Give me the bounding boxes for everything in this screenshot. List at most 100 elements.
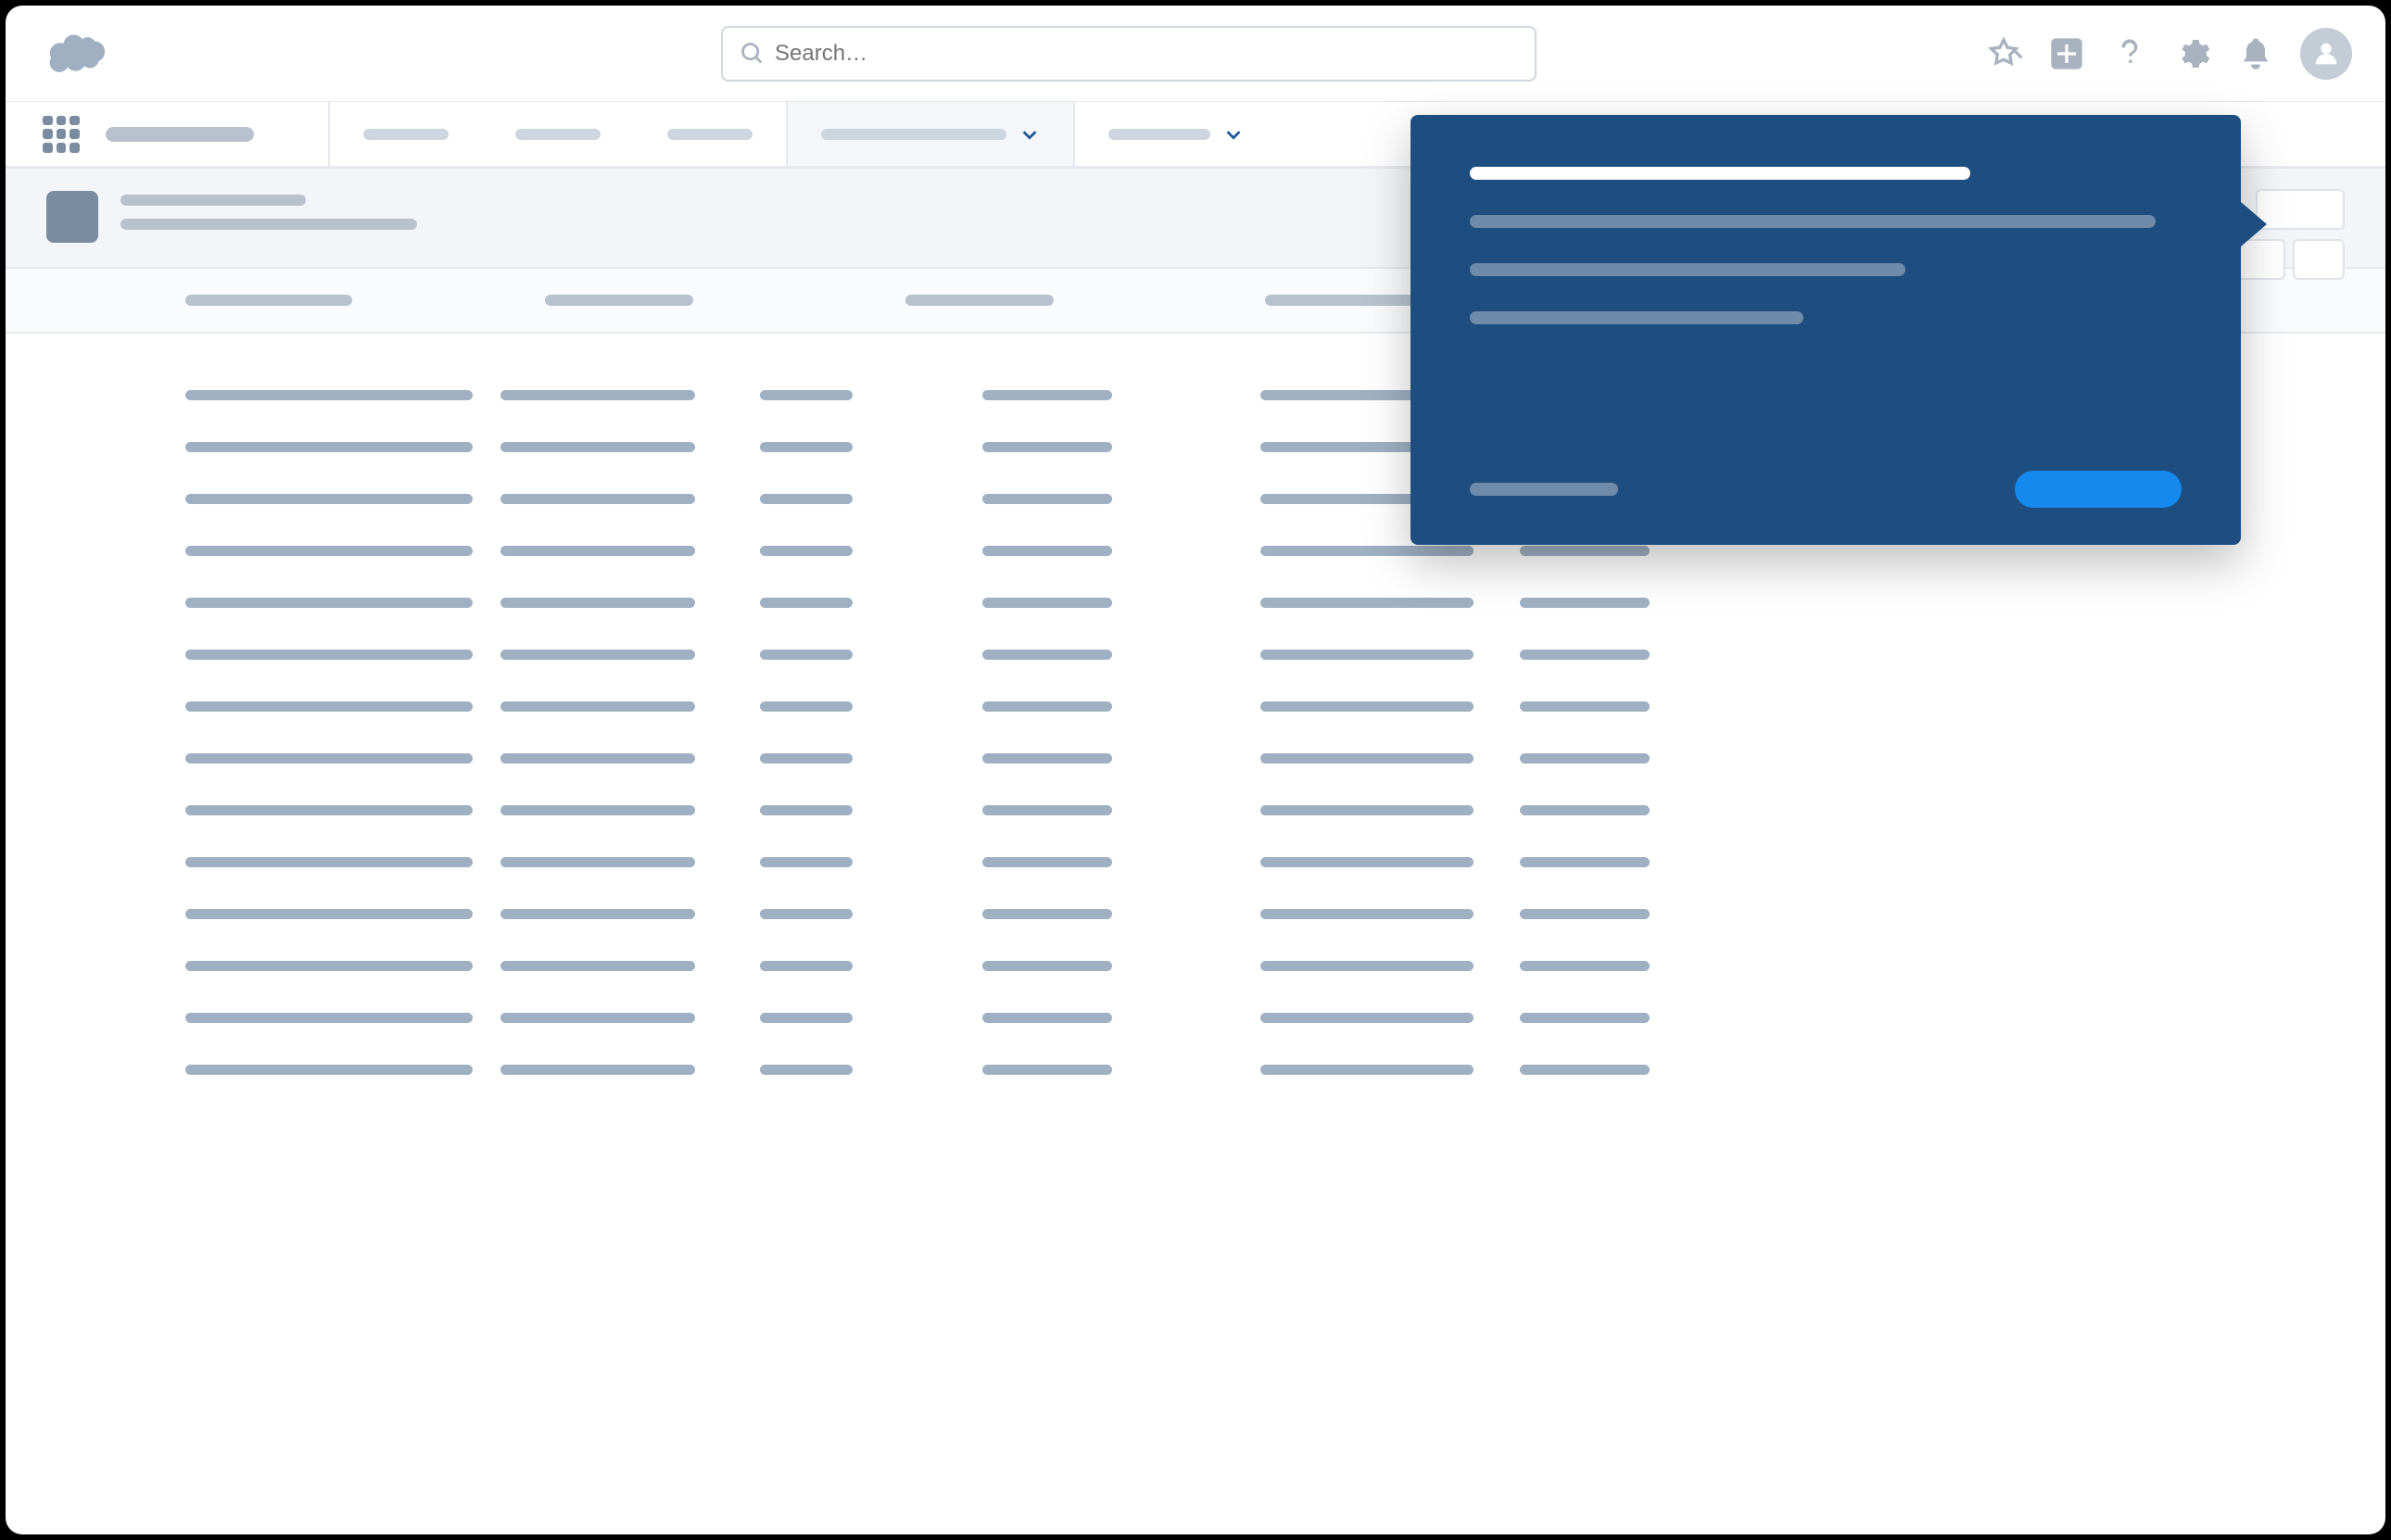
col-header[interactable]	[1265, 295, 1432, 306]
chevron-down-icon	[1019, 124, 1040, 145]
search-input[interactable]	[775, 41, 1518, 67]
cell	[185, 701, 473, 712]
cell	[982, 546, 1112, 556]
cell	[760, 909, 853, 919]
table-row[interactable]	[46, 576, 2345, 628]
cell	[760, 442, 853, 452]
app-launcher-icon[interactable]: App Launcher	[43, 116, 80, 153]
table-row[interactable]	[46, 940, 2345, 991]
chevron-down-icon	[1223, 124, 1244, 145]
cell	[982, 753, 1112, 764]
cell	[982, 805, 1112, 815]
cell	[185, 1065, 473, 1075]
nav-tab[interactable]	[482, 102, 634, 166]
cell	[982, 701, 1112, 712]
popover-title	[1470, 167, 1970, 180]
cell	[500, 546, 695, 556]
cell	[982, 494, 1112, 504]
search-icon	[740, 41, 765, 67]
cell	[1520, 857, 1650, 867]
col-header[interactable]	[905, 295, 1054, 306]
record-type-icon	[46, 191, 98, 243]
page-eyebrow	[120, 195, 306, 206]
table-row[interactable]	[46, 888, 2345, 940]
notifications-icon[interactable]: notifications	[2237, 35, 2274, 72]
cell	[185, 546, 473, 556]
cell	[1260, 961, 1474, 971]
table-row[interactable]	[46, 680, 2345, 732]
cell	[185, 857, 473, 867]
cell	[760, 650, 853, 660]
popover-step-indicator	[1470, 483, 1618, 496]
cell	[1260, 650, 1474, 660]
cell	[760, 598, 853, 608]
cell	[760, 1013, 853, 1023]
popover-body-line	[1470, 311, 1803, 324]
cell	[185, 805, 473, 815]
cell	[1260, 857, 1474, 867]
settings-icon[interactable]: settings	[2174, 35, 2211, 72]
favorite-icon[interactable]: favorite	[1985, 35, 2022, 72]
cell	[500, 1013, 695, 1023]
nav-tab[interactable]	[786, 102, 1075, 166]
popover-body-line	[1470, 215, 2156, 228]
cell	[1520, 701, 1650, 712]
cell	[500, 598, 695, 608]
global-search[interactable]	[721, 26, 1537, 82]
header-actions: favorite add help settings notifications	[1985, 28, 2352, 80]
col-header[interactable]	[545, 295, 693, 306]
nav-tab[interactable]	[330, 102, 482, 166]
cell	[185, 753, 473, 764]
cell	[185, 390, 473, 400]
cell	[500, 753, 695, 764]
cell	[1260, 1013, 1474, 1023]
col-header[interactable]	[185, 295, 352, 306]
walkthrough-popover	[1411, 115, 2241, 545]
cell	[500, 961, 695, 971]
page-action-3[interactable]	[2293, 239, 2345, 280]
cell	[1260, 909, 1474, 919]
cell	[1520, 909, 1650, 919]
cell	[1260, 546, 1474, 556]
cell	[1520, 546, 1650, 556]
cell	[1520, 805, 1650, 815]
table-row[interactable]	[46, 628, 2345, 680]
cell	[982, 961, 1112, 971]
add-icon[interactable]: add	[2048, 35, 2085, 72]
help-icon[interactable]: help	[2111, 35, 2148, 72]
cell	[760, 701, 853, 712]
nav-tab[interactable]	[1075, 102, 1277, 166]
cell	[185, 650, 473, 660]
cell	[982, 1013, 1112, 1023]
cell	[760, 494, 853, 504]
popover-primary-button[interactable]	[2015, 471, 2182, 508]
cell	[1520, 1065, 1650, 1075]
cell	[1520, 598, 1650, 608]
cell	[1520, 650, 1650, 660]
table-row[interactable]	[46, 991, 2345, 1043]
cell	[982, 390, 1112, 400]
cell	[760, 1065, 853, 1075]
cell	[1260, 598, 1474, 608]
brand-logo: Salesforce	[43, 32, 109, 76]
page-title	[120, 219, 417, 230]
avatar[interactable]: profile	[2300, 28, 2352, 80]
cell	[500, 701, 695, 712]
page-action-1[interactable]	[2256, 189, 2345, 230]
cell	[760, 390, 853, 400]
cell	[1520, 1013, 1650, 1023]
cell	[982, 650, 1112, 660]
cell	[982, 857, 1112, 867]
cell	[982, 598, 1112, 608]
cell	[500, 494, 695, 504]
cell	[760, 857, 853, 867]
app-name	[106, 127, 254, 142]
cell	[1260, 1065, 1474, 1075]
table-row[interactable]	[46, 1043, 2345, 1095]
cell	[500, 442, 695, 452]
table-row[interactable]	[46, 784, 2345, 836]
cell	[760, 805, 853, 815]
table-row[interactable]	[46, 836, 2345, 888]
table-row[interactable]	[46, 732, 2345, 784]
nav-tab[interactable]	[634, 102, 786, 166]
